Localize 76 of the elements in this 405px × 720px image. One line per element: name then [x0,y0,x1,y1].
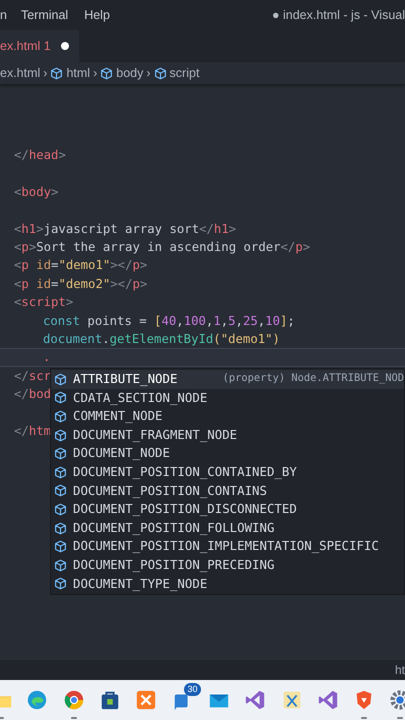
code-line: </head> [14,146,66,164]
breadcrumb-item[interactable]: ex.html [0,64,40,82]
cube-icon [54,447,67,460]
cube-icon [54,577,67,590]
suggestion-label: ATTRIBUTE_NODE [73,370,178,388]
code-line: </scr [14,368,52,385]
code-line: const points = [40,100,1,5,25,10]; [43,312,295,330]
suggestion-label: DOCUMENT_NODE [73,444,170,462]
suggestion-label: DOCUMENT_POSITION_CONTAINED_BY [73,462,297,481]
suggestion-item[interactable]: DOCUMENT_NODE [51,444,404,463]
suggestion-detail: (property) Node.ATTRIBUTE_NOD [222,371,404,386]
breadcrumb-item[interactable]: body [116,64,144,82]
count-badge: 30 [184,683,200,696]
code-line: </bod [14,386,52,404]
cube-icon [100,66,114,80]
suggestion-label: DOCUMENT_POSITION_IMPLEMENTATION_SPECIFIC [73,537,379,556]
suggestion-item[interactable]: DOCUMENT_TYPE_NODE [51,574,404,594]
cube-icon [54,428,67,442]
suggestion-item[interactable]: DOCUMENT_POSITION_CONTAINED_BY [51,462,404,482]
code-line: document.getElementById("demo1") [43,330,280,348]
breadcrumb-item[interactable]: script [170,64,200,82]
cube-icon [54,484,67,498]
code-line: <h1>javascript array sort</h1> [14,220,236,238]
cube-icon [54,540,67,554]
code-line: . [43,349,50,366]
suggestion-item[interactable]: DOCUMENT_FRAGMENT_NODE [51,426,404,444]
square-logo-icon[interactable] [135,689,158,711]
suggestion-label: CDATA_SECTION_NODE [73,388,208,407]
gear-icon[interactable] [389,689,405,711]
suggestion-item[interactable]: DOCUMENT_POSITION_FOLLOWING [51,518,404,538]
suggestion-label: DOCUMENT_TYPE_NODE [73,574,208,593]
suggestion-label: DOCUMENT_POSITION_DISCONNECTED [73,500,297,518]
cube-icon [54,466,67,479]
separator: › [43,64,48,82]
cube-icon [154,66,167,80]
suggestion-item[interactable]: CDATA_SECTION_NODE [51,388,404,408]
cube-icon [54,522,67,535]
code-line: <p id="demo1"></p> [14,257,148,274]
cube-icon [54,391,67,404]
swirl-icon[interactable] [26,689,48,711]
separator: › [146,64,151,82]
suggestion-label: DOCUMENT_POSITION_FOLLOWING [73,518,274,537]
ring-icon[interactable] [62,689,85,711]
ribbon-icon[interactable] [244,689,266,711]
code-line: <body> [14,184,58,201]
suggestion-item[interactable]: DOCUMENT_POSITION_CONTAINS [51,482,404,500]
bag-icon[interactable] [99,689,122,711]
running-indicator [360,717,367,719]
separator: › [93,64,98,82]
suggestion-item[interactable]: DOCUMENT_POSITION_IMPLEMENTATION_SPECIFIC [51,537,404,556]
suggestion-item[interactable]: COMMENT_NODE [51,407,404,426]
code-line: <p>Sort the array in ascending order</p> [14,238,310,256]
cube-icon [54,410,67,423]
suggestion-label: DOCUMENT_POSITION_PRECEDING [73,556,274,574]
suggestion-label: DOCUMENT_POSITION_CONTAINS [73,482,267,500]
language-mode[interactable]: ht [394,661,405,679]
menu-item[interactable]: n [0,6,7,24]
suggestion-item[interactable]: DOCUMENT_POSITION_PRECEDING [51,556,404,575]
cube-icon [54,502,67,516]
code-line: <script> [14,294,74,312]
editor-tab[interactable]: ex.html 1 [0,30,79,62]
ribbon-icon[interactable] [316,689,339,711]
cube-icon [54,558,67,572]
running-indicator [70,717,77,719]
suggestion-item[interactable]: ATTRIBUTE_NODE (property) Node.ATTRIBUTE_NOD [51,370,404,389]
suggestion-label: DOCUMENT_FRAGMENT_NODE [73,426,238,444]
window-title: ● index.html - js - Visual [272,6,405,24]
menu-item[interactable]: Terminal [20,6,68,24]
running-indicator [397,717,404,719]
breadcrumb-item[interactable]: html [66,64,90,82]
menu-item[interactable]: Help [84,6,110,24]
suggestion-label: COMMENT_NODE [73,407,163,426]
cube-icon [54,372,67,386]
code-line: <p id="demo2"></p> [14,276,148,293]
cube-icon [50,66,64,80]
suggestion-item[interactable]: DOCUMENT_POSITION_DISCONNECTED [51,500,404,519]
